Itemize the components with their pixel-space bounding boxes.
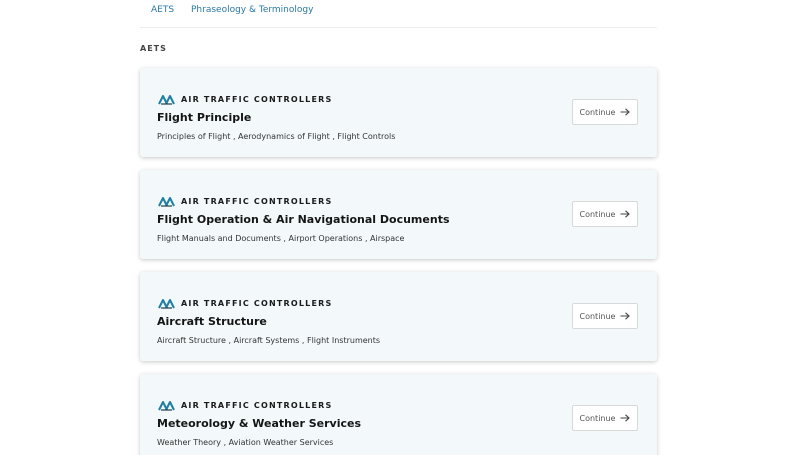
course-card-meteorology: AIR TRAFFIC CONTROLLERS Meteorology & We… bbox=[140, 374, 657, 455]
continue-label: Continue bbox=[579, 107, 616, 117]
atc-logo-icon bbox=[158, 400, 175, 411]
card-subtitle: Principles of Flight , Aerodynamics of F… bbox=[157, 132, 396, 141]
continue-label: Continue bbox=[579, 209, 616, 219]
continue-label: Continue bbox=[579, 413, 616, 423]
card-title: Flight Operation & Air Navigational Docu… bbox=[157, 213, 450, 226]
card-subtitle: Weather Theory , Aviation Weather Servic… bbox=[157, 438, 334, 447]
card-brand: AIR TRAFFIC CONTROLLERS bbox=[158, 297, 332, 309]
brand-text: AIR TRAFFIC CONTROLLERS bbox=[181, 400, 333, 410]
continue-button[interactable]: Continue bbox=[572, 201, 638, 227]
arrow-right-icon bbox=[620, 312, 631, 320]
card-subtitle: Flight Manuals and Documents , Airport O… bbox=[157, 234, 405, 243]
section-label: AETS bbox=[140, 44, 167, 53]
atc-logo-icon bbox=[158, 94, 175, 105]
card-title: Aircraft Structure bbox=[157, 315, 267, 328]
card-title: Flight Principle bbox=[157, 111, 252, 124]
brand-text: AIR TRAFFIC CONTROLLERS bbox=[181, 94, 333, 104]
brand-text: AIR TRAFFIC CONTROLLERS bbox=[181, 298, 333, 308]
course-card-flight-principle: AIR TRAFFIC CONTROLLERS Flight Principle… bbox=[140, 68, 657, 157]
card-brand: AIR TRAFFIC CONTROLLERS bbox=[158, 195, 332, 207]
arrow-right-icon bbox=[620, 108, 631, 116]
continue-button[interactable]: Continue bbox=[572, 405, 638, 431]
card-title: Meteorology & Weather Services bbox=[157, 417, 361, 430]
page: AETS Phraseology & Terminology AETS AIR … bbox=[0, 0, 800, 455]
tab-phraseology-terminology[interactable]: Phraseology & Terminology bbox=[191, 5, 313, 15]
arrow-right-icon bbox=[620, 414, 631, 422]
course-card-flight-operation: AIR TRAFFIC CONTROLLERS Flight Operation… bbox=[140, 170, 657, 259]
tab-aets[interactable]: AETS bbox=[151, 5, 174, 15]
course-card-aircraft-structure: AIR TRAFFIC CONTROLLERS Aircraft Structu… bbox=[140, 272, 657, 361]
brand-text: AIR TRAFFIC CONTROLLERS bbox=[181, 196, 333, 206]
card-brand: AIR TRAFFIC CONTROLLERS bbox=[158, 399, 332, 411]
atc-logo-icon bbox=[158, 196, 175, 207]
continue-button[interactable]: Continue bbox=[572, 303, 638, 329]
card-subtitle: Aircraft Structure , Aircraft Systems , … bbox=[157, 336, 381, 345]
arrow-right-icon bbox=[620, 210, 631, 218]
continue-label: Continue bbox=[579, 311, 616, 321]
tab-bar: AETS Phraseology & Terminology bbox=[140, 0, 657, 28]
continue-button[interactable]: Continue bbox=[572, 99, 638, 125]
card-brand: AIR TRAFFIC CONTROLLERS bbox=[158, 93, 332, 105]
atc-logo-icon bbox=[158, 298, 175, 309]
